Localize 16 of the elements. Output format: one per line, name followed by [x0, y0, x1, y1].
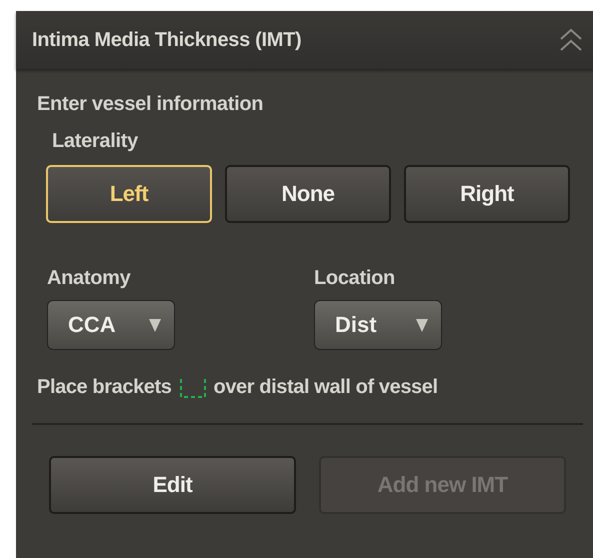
field-label: Anatomy [47, 267, 132, 290]
instruction-text: over distal wall of vessel [214, 376, 438, 399]
dropdown-arrow-icon [148, 317, 162, 333]
dropdown-arrow-icon [415, 317, 429, 333]
laterality-button[interactable]: None [225, 165, 391, 223]
dropdown[interactable]: Dist [314, 300, 442, 350]
section-title: Enter vessel information [37, 93, 264, 116]
laterality-button[interactable]: Left [46, 165, 212, 223]
laterality-button[interactable]: Right [404, 165, 570, 223]
field-label: Laterality [52, 130, 139, 153]
instruction-text: Place brackets [37, 376, 172, 399]
dropdown[interactable]: CCA [47, 300, 175, 350]
bracket-icon [178, 376, 208, 398]
panel-title: Intima Media Thickness (IMT) [32, 28, 302, 52]
action-button[interactable]: Edit [49, 456, 296, 514]
field-label: Location [314, 267, 396, 290]
